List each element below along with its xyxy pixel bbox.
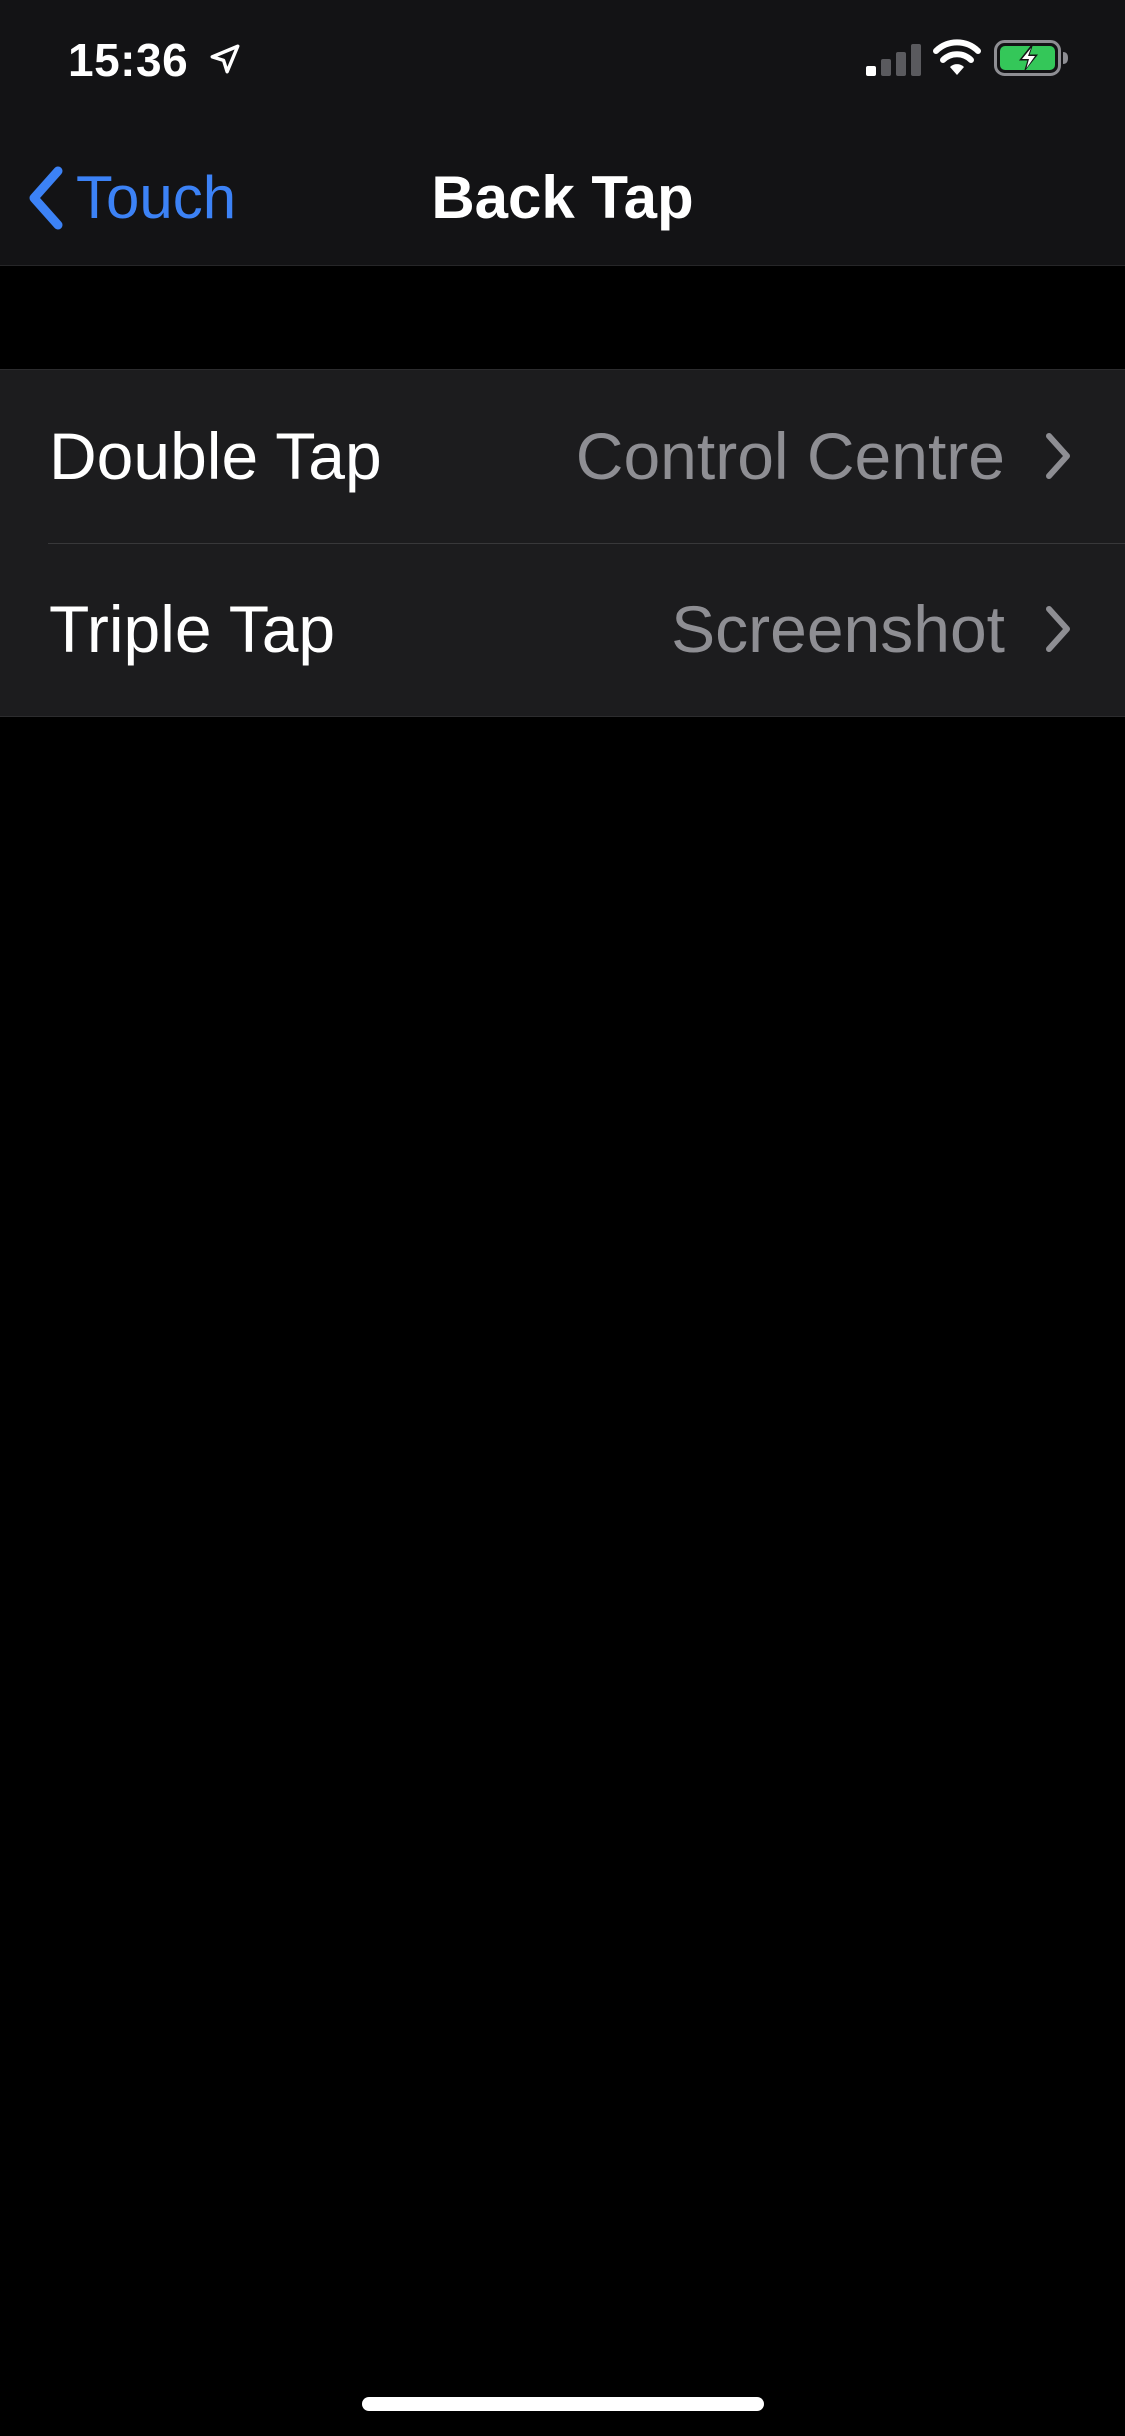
- page-title: Back Tap: [431, 164, 694, 231]
- wifi-icon: [933, 39, 981, 75]
- triple-tap-row[interactable]: Triple Tap Screenshot: [0, 543, 1125, 716]
- chevron-right-icon: [1046, 433, 1070, 479]
- home-indicator[interactable]: [362, 2397, 764, 2411]
- navigation-bar: Touch Back Tap: [0, 132, 1125, 266]
- back-tap-settings-group: Double Tap Control Centre Triple Tap Scr…: [0, 369, 1125, 717]
- chevron-right-icon: [1046, 606, 1070, 652]
- double-tap-value: Control Centre: [575, 419, 1005, 493]
- location-arrow-icon: [210, 44, 240, 74]
- status-bar: 15:36: [0, 0, 1125, 132]
- double-tap-row[interactable]: Double Tap Control Centre: [0, 370, 1125, 543]
- status-time: 15:36: [68, 34, 189, 86]
- double-tap-label: Double Tap: [49, 419, 382, 493]
- battery-charging-icon: [994, 40, 1068, 76]
- triple-tap-value: Screenshot: [671, 592, 1005, 666]
- triple-tap-label: Triple Tap: [49, 592, 336, 666]
- cellular-signal-icon: [866, 44, 921, 76]
